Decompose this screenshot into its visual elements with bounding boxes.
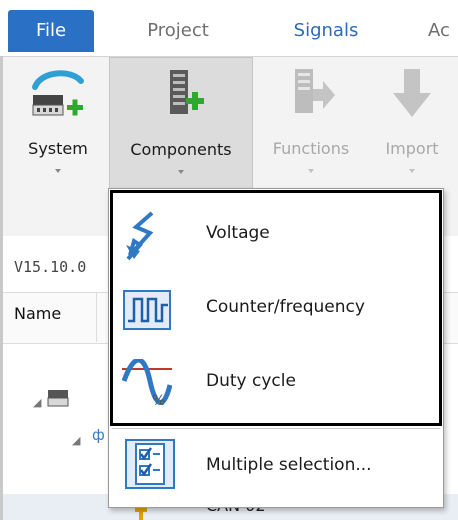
system-label: System [28,139,88,158]
tab-signals[interactable]: Signals [276,10,376,52]
tab-ac-truncated[interactable]: Ac [428,10,458,52]
functions-label: Functions [272,139,350,158]
components-label: Components [130,140,232,159]
menu-item-label: Multiple selection... [206,455,372,475]
column-divider[interactable] [96,292,97,342]
chevron-down-icon [55,169,61,173]
functions-icon [295,69,335,113]
tree-collapse-icon[interactable]: ◢ [72,434,80,447]
name-column-header[interactable]: Name [14,304,61,323]
system-icon [32,70,84,116]
chevron-down-icon [308,169,314,173]
device-icon [47,390,69,407]
tab-project[interactable]: Project [128,10,228,52]
tree-collapse-icon[interactable]: ◢ [33,396,41,409]
import-button[interactable]: Import [375,57,449,189]
signal-types-group-outline [110,190,442,426]
multiple-selection-icon [125,439,175,489]
version-label: V15.10.0 [14,258,87,276]
tab-file[interactable]: File [8,10,94,52]
components-button[interactable]: Components [109,57,253,191]
menu-item-multiple-selection[interactable]: Multiple selection... [110,428,442,506]
import-label: Import [385,139,439,158]
functions-button[interactable]: Functions [261,57,361,189]
components-icon [170,70,204,114]
link-icon: ф [92,426,105,444]
system-button[interactable]: System [13,57,103,189]
chevron-down-icon [178,170,184,174]
import-arrow-icon [393,69,431,117]
chevron-down-icon [409,169,415,173]
